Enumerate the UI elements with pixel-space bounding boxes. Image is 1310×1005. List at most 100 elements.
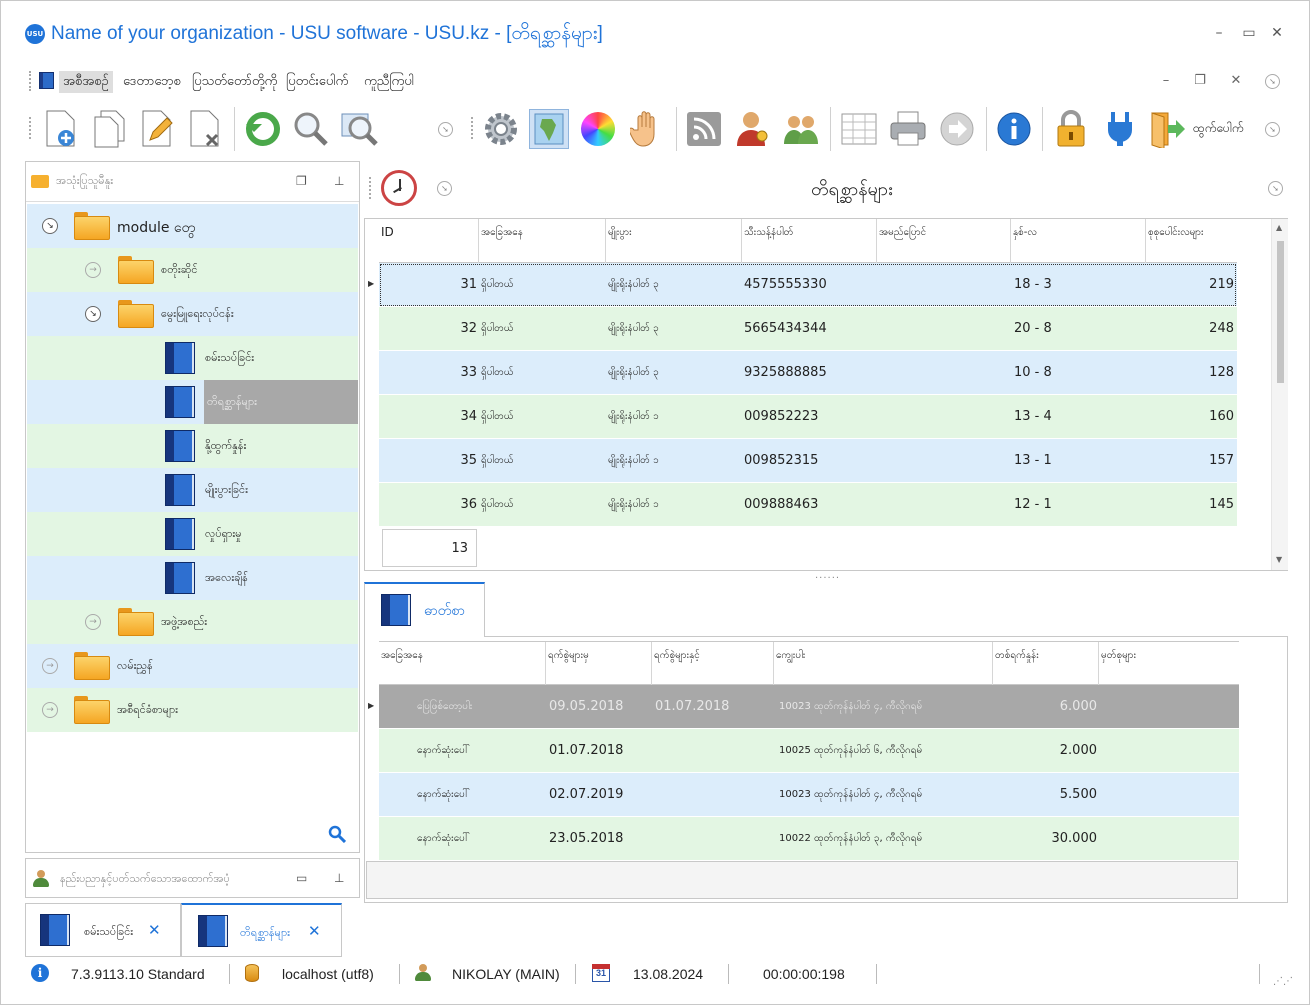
tree-node-store[interactable]: → စတိုးဆိုင်: [27, 248, 358, 292]
header-overflow-icon-2[interactable]: ➘: [1268, 181, 1283, 196]
collapse-icon[interactable]: ↘: [85, 306, 101, 322]
refresh-icon[interactable]: [243, 109, 283, 149]
close-tab-icon[interactable]: ✕: [148, 921, 161, 939]
menu-reports[interactable]: ပြသတ်တော်တို့ကို: [188, 71, 281, 93]
table-row[interactable]: နောက်ဆုံးပေါ် 02.07.2019 10023 ထုတ်ကုန်န…: [379, 773, 1239, 817]
close-button[interactable]: ✕: [1267, 23, 1287, 43]
column-header-status[interactable]: အခြေအနေ: [479, 219, 606, 263]
panel-float-icon[interactable]: ▭: [296, 871, 307, 885]
column-header-feed[interactable]: ကျွေးပါး: [774, 642, 993, 686]
panel-float-icon[interactable]: ❐: [296, 174, 307, 188]
expand-icon[interactable]: →: [42, 658, 58, 674]
mdi-close-button[interactable]: ✕: [1228, 73, 1244, 89]
map-icon[interactable]: [529, 109, 569, 149]
menu-database[interactable]: ဒေတာဘေ့စ: [119, 71, 185, 93]
users-group-icon[interactable]: [781, 109, 821, 149]
info-icon[interactable]: [994, 109, 1034, 149]
table-row[interactable]: ပြေဖြစ်တော့ပါး 09.05.2018 01.07.2018 100…: [379, 685, 1239, 729]
scroll-down-icon[interactable]: ▼: [1276, 555, 1282, 564]
forward-arrow-icon[interactable]: [937, 109, 977, 149]
exit-door-icon[interactable]: [1147, 109, 1187, 149]
toolbar-grip[interactable]: [29, 117, 32, 139]
tree-node-organization[interactable]: → အဖွဲ့အစည်း: [27, 600, 358, 644]
tech-support-panel[interactable]: နည်းပညာနှင့်ပတ်သက်သောအထောက်အပံ့ ▭ ⊥: [25, 858, 360, 898]
settings-gear-icon[interactable]: [481, 109, 521, 149]
panel-pin-icon[interactable]: ⊥: [334, 174, 344, 188]
panel-pin-icon[interactable]: ⊥: [334, 871, 344, 885]
menu-program[interactable]: အစီအစဉ်: [59, 71, 113, 93]
tree-node-animals[interactable]: တိရစ္ဆာန်များ: [27, 380, 358, 424]
expand-icon[interactable]: →: [85, 262, 101, 278]
lock-icon[interactable]: [1051, 109, 1091, 149]
user-key-icon[interactable]: [733, 109, 773, 149]
hand-icon[interactable]: [627, 109, 667, 149]
tree-node-milk-yield[interactable]: နို့ထွက်နှုန်း: [27, 424, 358, 468]
table-row[interactable]: 34 ရှိပါတယ် မျိုးရိုးနံပါတ် ၁ 009852223 …: [379, 395, 1237, 439]
tree-node-directories[interactable]: → လမ်းညွှန်: [27, 644, 358, 688]
tree-node-reports[interactable]: → အစီရင်ခံစာများ: [27, 688, 358, 732]
column-header-status[interactable]: အခြေအနေ: [379, 642, 546, 686]
exit-label[interactable]: ထွက်ပေါက်: [1193, 120, 1244, 138]
mdi-restore-button[interactable]: ❐: [1192, 73, 1208, 89]
plug-icon[interactable]: [1100, 109, 1140, 149]
mdi-minimize-button[interactable]: –: [1158, 73, 1174, 89]
search-icon[interactable]: [291, 109, 331, 149]
column-header-date-from[interactable]: ရက်စွဲများမှ: [546, 642, 652, 686]
scroll-thumb[interactable]: [1277, 241, 1284, 383]
column-header-age[interactable]: နှစ်-လ: [1011, 219, 1146, 263]
column-header-notes[interactable]: မှတ်စုများ: [1099, 642, 1239, 686]
column-header-breed[interactable]: မျိုးပွား: [606, 219, 742, 263]
menu-help[interactable]: ကူညီကြပါ: [360, 71, 418, 93]
tree-node-movement[interactable]: လှုပ်ရှားမှု: [27, 512, 358, 556]
tab-diet-label[interactable]: ဓာတ်စာ: [424, 601, 465, 622]
expand-icon[interactable]: →: [85, 614, 101, 630]
toolbar-overflow-icon-2[interactable]: ➘: [1265, 122, 1280, 137]
menu-search-icon[interactable]: [328, 825, 347, 848]
column-header-id[interactable]: ID: [379, 219, 479, 263]
menu-window[interactable]: ပြတင်းပေါက်: [282, 71, 352, 93]
table-scrollbar[interactable]: ▲ ▼: [1271, 219, 1288, 570]
printer-icon[interactable]: [888, 109, 928, 149]
column-header-number[interactable]: သီးသန့်နံပါတ်: [742, 219, 877, 263]
copy-record-icon[interactable]: [89, 109, 129, 149]
table-row[interactable]: 33 ရှိပါတယ် မျိုးရိုးနံပါတ် ၃ 9325888885…: [379, 351, 1237, 395]
column-header-date-to[interactable]: ရက်စွဲများနှင့်: [652, 642, 774, 686]
table-grid-icon[interactable]: [839, 109, 879, 149]
header-grip[interactable]: [369, 177, 372, 199]
header-overflow-icon[interactable]: ➘: [437, 181, 452, 196]
table-row[interactable]: 36 ရှိပါတယ် မျိုးရိုးနံပါတ် ၁ 009888463 …: [379, 483, 1237, 527]
advanced-search-icon[interactable]: [339, 109, 379, 149]
tree-node-modules[interactable]: ↘ module တွေ: [27, 204, 358, 248]
scroll-up-icon[interactable]: ▲: [1276, 223, 1282, 232]
doc-tab-testing[interactable]: စမ်းသပ်ခြင်း ✕: [25, 903, 181, 957]
edit-record-icon[interactable]: [137, 109, 177, 149]
doc-tab-animals[interactable]: တိရစ္ဆာန်များ ✕: [181, 903, 342, 957]
column-header-daily-rate[interactable]: တစ်ရက်နှုန်း: [993, 642, 1099, 686]
maximize-button[interactable]: ▭: [1239, 23, 1259, 43]
table-row[interactable]: နောက်ဆုံးပေါ် 01.07.2018 10025 ထုတ်ကုန်န…: [379, 729, 1239, 773]
table-row[interactable]: 35 ရှိပါတယ် မျိုးရိုးနံပါတ် ၁ 009852315 …: [379, 439, 1237, 483]
menu-overflow-icon[interactable]: ➘: [1265, 74, 1280, 89]
minimize-button[interactable]: –: [1209, 23, 1229, 43]
panel-splitter[interactable]: ······: [815, 573, 840, 584]
column-header-nickname[interactable]: အမည်ပြောင်: [877, 219, 1011, 263]
delete-record-icon[interactable]: [185, 109, 225, 149]
close-tab-icon[interactable]: ✕: [308, 922, 321, 940]
toolbar-grip-2[interactable]: [471, 117, 474, 139]
collapse-icon[interactable]: ↘: [42, 218, 58, 234]
table-row[interactable]: 31 ရှိပါတယ် မျိုးရိုးနံပါတ် ၃ 4575555330…: [379, 263, 1237, 307]
toolbar-overflow-icon[interactable]: ➘: [438, 122, 453, 137]
clock-icon[interactable]: [381, 170, 417, 206]
tree-node-weight[interactable]: အလေးချိန်: [27, 556, 358, 600]
table-row[interactable]: နောက်ဆုံးပေါ် 23.05.2018 10022 ထုတ်ကုန်န…: [379, 817, 1239, 861]
table-row[interactable]: 32 ရှိပါတယ် မျိုးရိုးနံပါတ် ၃ 5665434344…: [379, 307, 1237, 351]
rss-feed-icon[interactable]: [684, 109, 724, 149]
menu-grip[interactable]: [29, 71, 32, 91]
tree-node-testing[interactable]: စမ်းသပ်ခြင်း: [27, 336, 358, 380]
tree-node-breeding[interactable]: မျိုးပွားခြင်း: [27, 468, 358, 512]
color-wheel-icon[interactable]: [578, 109, 618, 149]
tree-node-livestock[interactable]: ↘ မွေးမြူရေးလုပ်ငန်း: [27, 292, 358, 336]
column-header-total[interactable]: စုစုပေါင်းလများ: [1146, 219, 1237, 263]
expand-icon[interactable]: →: [42, 702, 58, 718]
resize-grip-icon[interactable]: ⋰⋰: [1273, 976, 1293, 987]
